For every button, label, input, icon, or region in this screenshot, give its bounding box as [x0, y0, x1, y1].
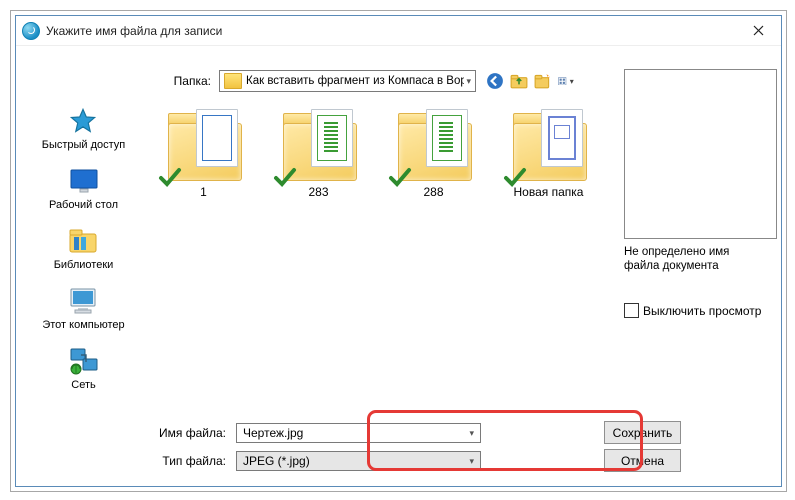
chevron-down-icon: ▾ [469, 428, 474, 439]
folder-label: 283 [308, 185, 328, 199]
place-desktop[interactable]: Рабочий стол [49, 165, 118, 211]
new-folder-button[interactable] [534, 72, 552, 90]
place-this-computer[interactable]: Этот компьютер [42, 285, 124, 331]
folder-item[interactable]: 283 [276, 109, 361, 391]
folder-path: Как вставить фрагмент из Компаса в Вор [246, 75, 464, 87]
place-label: Рабочий стол [49, 199, 118, 211]
view-menu-button[interactable]: ▾ [558, 72, 576, 90]
filename-value: Чертеж.jpg [243, 426, 469, 440]
place-libraries[interactable]: Библиотеки [54, 225, 114, 271]
folder-item[interactable]: Новая папка [506, 109, 591, 391]
up-folder-icon [510, 72, 528, 90]
folder-label: Папка: [156, 74, 219, 88]
star-icon [67, 105, 99, 137]
disable-preview-checkbox[interactable] [624, 303, 639, 318]
titlebar: Укажите имя файла для записи [16, 16, 781, 46]
computer-icon [67, 285, 99, 317]
bottom-form: Имя файла: Чертеж.jpg ▾ Тип файла: JPEG … [151, 421, 601, 477]
folder-item[interactable]: 288 [391, 109, 476, 391]
back-button[interactable] [486, 72, 504, 90]
save-file-dialog-window: Укажите имя файла для записи Папка: Как … [15, 15, 782, 487]
preview-image-box [624, 69, 777, 239]
view-grid-icon [558, 77, 567, 86]
checkmark-icon [273, 165, 297, 189]
libraries-icon [67, 225, 99, 257]
checkmark-icon [158, 165, 182, 189]
filename-label: Имя файла: [151, 426, 236, 440]
back-icon [486, 72, 504, 90]
folder-label: 288 [423, 185, 443, 199]
filename-combobox[interactable]: Чертеж.jpg ▾ [236, 423, 481, 443]
folder-icon [224, 73, 242, 89]
checkmark-icon [388, 165, 412, 189]
desktop-icon [68, 165, 100, 197]
close-icon [753, 25, 764, 36]
new-folder-icon [534, 72, 552, 90]
filetype-combobox[interactable]: JPEG (*.jpg) ▾ [236, 451, 481, 471]
filetype-label: Тип файла: [151, 454, 236, 468]
cancel-button[interactable]: Отмена [604, 449, 681, 472]
chevron-down-icon: ▾ [464, 76, 471, 87]
app-icon [22, 22, 40, 40]
place-label: Этот компьютер [42, 319, 124, 331]
filetype-value: JPEG (*.jpg) [243, 454, 469, 468]
network-icon [68, 345, 100, 377]
place-quick-access[interactable]: Быстрый доступ [42, 105, 126, 151]
preview-message: Не определено имя файла документа [624, 245, 764, 273]
folder-label: 1 [200, 185, 207, 199]
folder-dropdown[interactable]: Как вставить фрагмент из Компаса в Вор ▾ [219, 70, 476, 92]
place-label: Библиотеки [54, 259, 114, 271]
save-button[interactable]: Сохранить [604, 421, 681, 444]
folder-row: Папка: Как вставить фрагмент из Компаса … [156, 69, 641, 93]
disable-preview-label: Выключить просмотр [643, 304, 761, 318]
preview-panel: Не определено имя файла документа Выключ… [624, 69, 775, 318]
place-label: Быстрый доступ [42, 139, 126, 151]
close-button[interactable] [736, 16, 781, 45]
place-network[interactable]: Сеть [68, 345, 100, 391]
up-one-level-button[interactable] [510, 72, 528, 90]
chevron-down-icon: ▾ [469, 456, 474, 467]
chevron-down-small-icon: ▾ [568, 72, 577, 90]
place-label: Сеть [71, 379, 95, 391]
folder-item[interactable]: 1 [161, 109, 246, 391]
file-list-pane[interactable]: 1 283 288 [151, 105, 601, 395]
checkmark-icon [503, 165, 527, 189]
window-title: Укажите имя файла для записи [46, 24, 222, 38]
places-sidebar: Быстрый доступ Рабочий стол Библиотеки Э… [26, 105, 141, 391]
